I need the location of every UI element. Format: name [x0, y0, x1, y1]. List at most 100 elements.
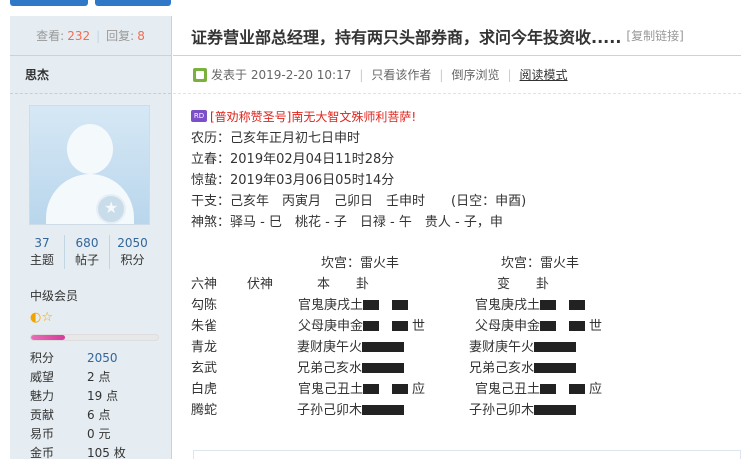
signature-text[interactable]: [普劝称赞圣号]南无大智文殊师利菩萨! — [210, 108, 416, 125]
yang-line-icon — [362, 404, 405, 415]
stat-posts[interactable]: 680 帖子 — [65, 235, 110, 269]
author-name[interactable]: 思杰 — [10, 56, 171, 94]
yin-line-icon — [540, 383, 557, 394]
shi-ying-mark: 应 — [412, 382, 426, 397]
level-stars-icon: ◐☆ — [30, 310, 53, 325]
bian-gua-yao-text: 子孙己卯木 — [469, 403, 535, 418]
post-content: RD [普劝称赞圣号]南无大智文殊师利菩萨! 农历：己亥年正月初七日申时立春：2… — [173, 94, 741, 423]
post-stats: 查看: 232 | 回复: 8 — [10, 16, 171, 56]
shi-ying-mark: 世 — [589, 319, 603, 334]
yang-line-icon — [362, 341, 405, 352]
profile-field-value: 105 枚 — [87, 446, 126, 459]
profile-field-row: 金币 105 枚 — [30, 444, 171, 459]
posted-time: 2019-2-20 10:17 — [250, 67, 352, 82]
bian-gua-line: 子孙己卯木 — [469, 400, 580, 421]
info-line: 立春：2019年02月04日11时28分 — [191, 152, 395, 167]
shi-ying-mark: 世 — [412, 319, 426, 334]
top-nav-button-2[interactable] — [95, 0, 171, 6]
divination-info: 农历：己亥年正月初七日申时立春：2019年02月04日11时28分 惊蛰：2019… — [191, 128, 741, 233]
ben-gua-yao-text: 兄弟己亥水 — [297, 361, 363, 376]
ben-gua-yao-text: 官鬼己丑土 — [298, 382, 364, 397]
profile-field-label: 贡献 — [30, 408, 55, 422]
author-sidebar: 查看: 232 | 回复: 8 思杰 37 主题 680 帖子 2050 积分 … — [10, 16, 172, 459]
ben-gua-header: 坎宫：雷火丰 — [321, 256, 400, 271]
profile-field-label: 金币 — [30, 446, 55, 459]
info-line: 惊蛰：2019年03月06日05时14分 — [191, 173, 395, 188]
top-button-strip — [0, 0, 741, 8]
read-mode-link[interactable]: 阅读模式 — [520, 66, 568, 83]
avatar[interactable] — [29, 105, 150, 225]
yin-line-icon — [540, 299, 557, 310]
level-progress — [30, 334, 159, 341]
info-line: 神煞：驿马 - 巳 桃花 - 子 日禄 - 午 贵人 - 子，申 — [191, 215, 503, 230]
profile-field-label: 积分 — [30, 351, 55, 365]
user-stats: 37 主题 680 帖子 2050 积分 — [10, 235, 171, 269]
only-author-link[interactable]: 只看该作者 — [371, 66, 431, 83]
yang-line-icon — [362, 362, 405, 373]
bian-gua-line: 官鬼庚戌土 — [475, 295, 589, 316]
thread-title-bar: 证券营业部总经理，持有两只头部券商，求问今年投资收..... [复制链接] — [173, 16, 741, 56]
info-line: 干支：己亥年 丙寅月 己卯日 壬申时 (日空：申酉) — [191, 194, 527, 209]
stat-points[interactable]: 2050 积分 — [110, 235, 155, 269]
profile-field-row: 贡献 6 点 — [30, 406, 171, 425]
liushen-cell: 青龙 — [191, 340, 218, 355]
yin-line-icon — [569, 320, 586, 331]
profile-field-row: 易币 0 元 — [30, 425, 171, 444]
profile-field-label: 魅力 — [30, 389, 55, 403]
online-status-icon — [193, 67, 207, 82]
gua-column-label: 伏神 — [247, 277, 274, 292]
yang-line-icon — [534, 362, 577, 373]
yin-line-icon — [392, 383, 409, 394]
profile-field-row: 积分 2050 — [30, 349, 171, 368]
top-nav-button-1[interactable] — [10, 0, 88, 6]
next-post-box — [193, 450, 741, 459]
yang-line-icon — [534, 404, 577, 415]
yang-line-icon — [534, 341, 577, 352]
bian-gua-header: 坎宫：雷火丰 — [501, 256, 580, 271]
bian-gua-yao-text: 兄弟己亥水 — [469, 361, 535, 376]
bian-gua-yao-text: 官鬼庚戌土 — [475, 298, 541, 313]
yin-line-icon — [569, 299, 586, 310]
gua-column-label: 本 卦 — [317, 277, 370, 292]
ben-gua-yao-text: 官鬼庚戌土 — [298, 298, 364, 313]
profile-field-row: 威望 2 点 — [30, 368, 171, 387]
yin-line-icon — [363, 320, 380, 331]
ben-gua-line: 子孙己卯木 — [297, 400, 408, 421]
signature[interactable]: RD [普劝称赞圣号]南无大智文殊师利菩萨! — [191, 108, 741, 124]
profile-field-value: 0 元 — [87, 427, 111, 441]
ben-gua-line: 官鬼庚戌土 — [298, 295, 412, 316]
level-progress-fill — [31, 335, 66, 340]
yin-line-icon — [363, 383, 380, 394]
bian-gua-line: 父母庚申金 世 — [475, 316, 602, 337]
gua-column-label: 变 卦 — [497, 277, 550, 292]
gua-column-label: 六神 — [191, 277, 218, 292]
profile-field-value: 19 点 — [87, 389, 119, 403]
post-main: 证券营业部总经理，持有两只头部券商，求问今年投资收..... [复制链接] 发表… — [173, 16, 741, 459]
ben-gua-yao-text: 子孙己卯木 — [297, 403, 363, 418]
ben-gua-line: 妻财庚午火 — [297, 337, 408, 358]
views-label: 查看: — [36, 29, 65, 43]
info-line: 农历：己亥年正月初七日申时 — [191, 131, 361, 146]
yin-line-icon — [363, 299, 380, 310]
user-group[interactable]: 中级会员 — [10, 287, 171, 304]
liushen-cell: 勾陈 — [191, 298, 218, 313]
ben-gua-yao-text: 妻财庚午火 — [297, 340, 363, 355]
post-meta: 发表于 2019-2-20 10:17 | 只看该作者 | 倒序浏览 | 阅读模… — [173, 56, 741, 94]
copy-link-button[interactable]: [复制链接] — [626, 27, 683, 44]
yin-line-icon — [540, 320, 557, 331]
reverse-order-link[interactable]: 倒序浏览 — [451, 66, 499, 83]
yin-line-icon — [392, 320, 409, 331]
stat-topics[interactable]: 37 主题 — [20, 235, 65, 269]
liushen-cell: 朱雀 — [191, 319, 218, 334]
profile-field-label: 易币 — [30, 427, 55, 441]
profile-field-value[interactable]: 2050 — [87, 349, 118, 368]
bian-gua-yao-text: 妻财庚午火 — [469, 340, 535, 355]
views-count: 232 — [67, 28, 91, 43]
profile-field-row: 魅力 19 点 — [30, 387, 171, 406]
liushen-cell: 白虎 — [191, 382, 218, 397]
yin-line-icon — [392, 299, 409, 310]
avatar-star-icon — [96, 194, 126, 224]
bian-gua-yao-text: 父母庚申金 — [475, 319, 541, 334]
yin-line-icon — [569, 383, 586, 394]
profile-field-value: 2 点 — [87, 370, 111, 384]
